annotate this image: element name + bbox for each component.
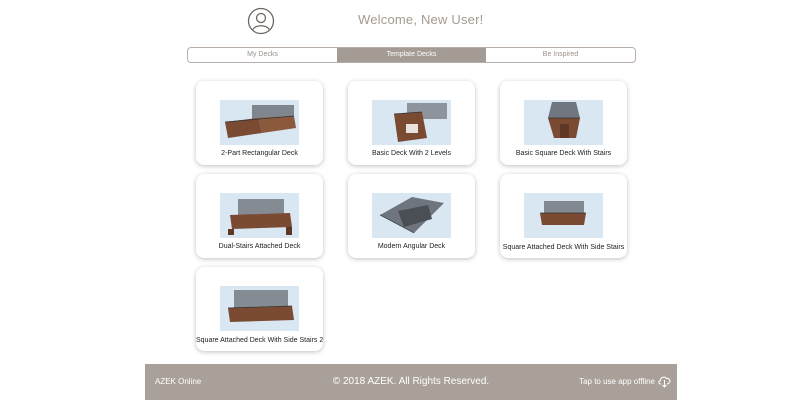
footer: AZEK Online © 2018 AZEK. All Rights Rese… bbox=[145, 364, 677, 400]
deck-thumbnail bbox=[372, 100, 451, 145]
deck-thumbnail bbox=[220, 193, 299, 238]
deck-tabs: My Decks Template Decks Be Inspired bbox=[187, 47, 636, 63]
template-label: 2-Part Rectangular Deck bbox=[221, 150, 298, 157]
template-card[interactable]: Basic Square Deck With Stairs bbox=[500, 81, 627, 165]
template-card[interactable]: Dual-Stairs Attached Deck bbox=[196, 174, 323, 258]
deck-thumbnail bbox=[524, 193, 603, 238]
template-card[interactable]: 2-Part Rectangular Deck bbox=[196, 81, 323, 165]
offline-mode-link[interactable]: Tap to use app offline bbox=[579, 377, 655, 386]
deck-thumbnail bbox=[220, 100, 299, 145]
template-card[interactable]: Square Attached Deck With Side Stairs bbox=[500, 174, 627, 258]
deck-thumbnail bbox=[220, 286, 299, 331]
template-label: Square Attached Deck With Side Stairs bbox=[502, 244, 625, 251]
template-label: Square Attached Deck With Side Stairs 2 bbox=[196, 337, 324, 344]
user-circle-icon[interactable] bbox=[247, 7, 275, 35]
template-label: Basic Square Deck With Stairs bbox=[515, 150, 612, 157]
header: Welcome, New User! bbox=[0, 0, 800, 45]
tab-my-decks[interactable]: My Decks bbox=[188, 48, 337, 62]
template-label: Dual-Stairs Attached Deck bbox=[218, 243, 301, 250]
deck-thumbnail bbox=[524, 100, 603, 145]
tab-be-inspired[interactable]: Be Inspired bbox=[486, 48, 635, 62]
tab-template-decks[interactable]: Template Decks bbox=[337, 48, 486, 62]
azek-online-label: AZEK Online bbox=[155, 377, 202, 386]
template-card[interactable]: Basic Deck With 2 Levels bbox=[348, 81, 475, 165]
welcome-message: Welcome, New User! bbox=[358, 12, 484, 27]
template-card[interactable]: Modern Angular Deck bbox=[348, 174, 475, 258]
template-label: Modern Angular Deck bbox=[377, 243, 446, 250]
template-card[interactable]: Square Attached Deck With Side Stairs 2 bbox=[196, 267, 323, 351]
deck-thumbnail bbox=[372, 193, 451, 238]
template-label: Basic Deck With 2 Levels bbox=[372, 150, 451, 157]
cloud-download-icon[interactable] bbox=[657, 374, 672, 388]
